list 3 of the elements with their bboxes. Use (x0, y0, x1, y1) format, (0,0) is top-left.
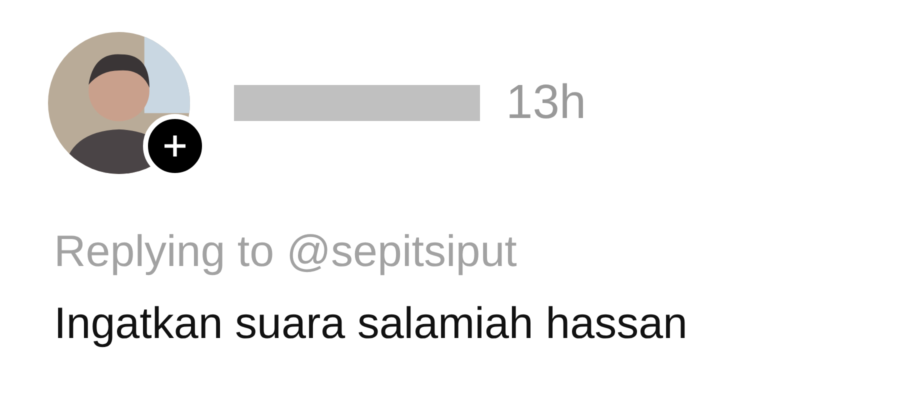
comment-text: Ingatkan suara salamiah hassan (54, 299, 689, 349)
reply-to-text: Replying to @sepitsiput (54, 227, 518, 277)
comment-time: 13h (506, 75, 586, 130)
